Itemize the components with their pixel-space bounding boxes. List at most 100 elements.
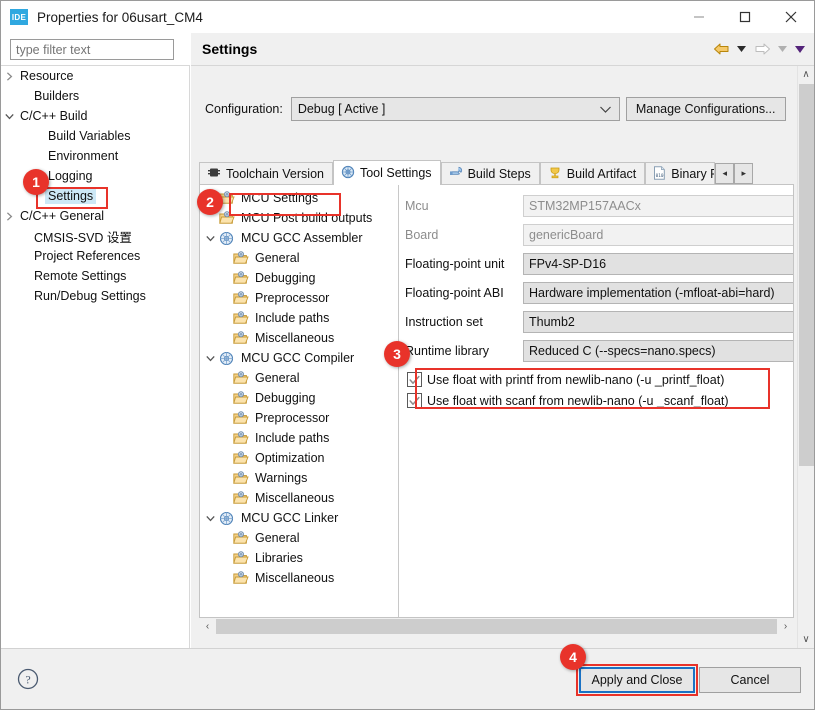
configuration-select[interactable]: Debug [ Active ] bbox=[290, 97, 620, 121]
sidebar-item-run-debug-settings[interactable]: Run/Debug Settings bbox=[1, 286, 189, 306]
field-label: Floating-point unit bbox=[405, 256, 505, 271]
cancel-button[interactable]: Cancel bbox=[699, 667, 801, 693]
tab-binary-parsers[interactable]: 010 Binary Parse bbox=[645, 162, 716, 185]
tool-tabs: Toolchain Version Tool Settings Build St… bbox=[199, 160, 794, 185]
mcu-tree-item[interactable]: Libraries bbox=[200, 548, 398, 568]
mcu-tree-item[interactable]: Preprocessor bbox=[200, 408, 398, 428]
mcu-tree-item[interactable]: Miscellaneous bbox=[200, 488, 398, 508]
mcu-tree-item[interactable]: Miscellaneous bbox=[200, 568, 398, 588]
chevron-down-icon[interactable] bbox=[202, 515, 218, 522]
back-arrow-icon[interactable] bbox=[710, 38, 732, 60]
manage-configurations-button[interactable]: Manage Configurations... bbox=[625, 97, 786, 121]
sidebar-item-label: Run/Debug Settings bbox=[34, 289, 146, 303]
scroll-down-arrow-icon[interactable]: ∨ bbox=[798, 631, 814, 648]
tab-build-steps[interactable]: Build Steps bbox=[440, 162, 540, 185]
scroll-right-arrow-icon[interactable]: › bbox=[777, 618, 794, 635]
scroll-left-arrow-icon[interactable]: ‹ bbox=[199, 618, 216, 635]
mcu-tree-item-label: Warnings bbox=[255, 471, 308, 485]
vertical-scrollbar[interactable]: ∧ ∨ bbox=[797, 66, 814, 648]
mcu-tree-item[interactable]: General bbox=[200, 368, 398, 388]
mcu-tree-item[interactable]: General bbox=[200, 248, 398, 268]
field-value-floating-point-abi[interactable]: Hardware implementation (-mfloat-abi=har… bbox=[523, 281, 793, 304]
sidebar-item-label: C/C++ Build bbox=[20, 109, 88, 123]
chevron-right-icon[interactable] bbox=[1, 211, 17, 221]
mcu-tree-item[interactable]: Debugging bbox=[200, 268, 398, 288]
field-label: Runtime library bbox=[405, 343, 490, 358]
field-value-runtime-library[interactable]: Reduced C (--specs=nano.specs) bbox=[523, 339, 793, 362]
folder-settings-icon bbox=[218, 211, 235, 226]
sidebar-item-c-c-general[interactable]: C/C++ General bbox=[1, 206, 189, 226]
mcu-tree-item[interactable]: Optimization bbox=[200, 448, 398, 468]
mcu-tree-item-label: Miscellaneous bbox=[255, 571, 335, 585]
mcu-tree-item[interactable]: Preprocessor bbox=[200, 288, 398, 308]
view-menu-caret-icon[interactable] bbox=[792, 38, 807, 60]
mcu-category-tree[interactable]: MCU Settings MCU Post build outputs MCU GC… bbox=[200, 185, 399, 617]
horizontal-scrollbar[interactable]: ‹ › bbox=[199, 618, 794, 635]
mcu-tree-item-label: MCU GCC Assembler bbox=[241, 231, 363, 245]
mcu-tree-item[interactable]: MCU Settings bbox=[200, 188, 398, 208]
tab-label: Build Steps bbox=[467, 167, 531, 181]
field-value-instruction-set[interactable]: Thumb2 bbox=[523, 310, 793, 333]
mcu-tree-item[interactable]: General bbox=[200, 528, 398, 548]
field-label: Board bbox=[405, 227, 439, 242]
sidebar-item-resource[interactable]: Resource bbox=[1, 66, 189, 86]
chevron-down-icon[interactable] bbox=[1, 113, 17, 120]
close-button[interactable] bbox=[768, 1, 814, 32]
sidebar-item-cmsis-svd[interactable]: CMSIS-SVD 设置 bbox=[1, 226, 189, 246]
help-icon[interactable]: ? bbox=[16, 667, 40, 691]
chevron-down-icon[interactable] bbox=[202, 235, 218, 242]
hscroll-thumb[interactable] bbox=[216, 619, 777, 634]
mcu-tree-item[interactable]: Include paths bbox=[200, 428, 398, 448]
back-history-caret-icon[interactable] bbox=[734, 38, 749, 60]
minimize-button[interactable] bbox=[676, 1, 722, 32]
maximize-button[interactable] bbox=[722, 1, 768, 32]
configuration-row: Configuration: Debug [ Active ] Manage C… bbox=[205, 97, 786, 121]
scroll-up-arrow-icon[interactable]: ∧ bbox=[798, 66, 814, 83]
tab-tool-settings[interactable]: Tool Settings bbox=[332, 160, 441, 185]
annotation-badge-3: 3 bbox=[384, 341, 410, 367]
checkbox-icon[interactable] bbox=[407, 393, 422, 408]
sidebar-item-label: Build Variables bbox=[48, 129, 131, 143]
chevron-down-icon[interactable] bbox=[202, 355, 218, 362]
chevron-right-icon[interactable] bbox=[1, 71, 17, 81]
mcu-tree-item[interactable]: MCU GCC Compiler bbox=[200, 348, 398, 368]
sidebar-item-remote-settings[interactable]: Remote Settings bbox=[1, 266, 189, 286]
settings-tree[interactable]: Resource Builders C/C++ Build Build Variabl… bbox=[1, 65, 190, 648]
field-row: Floating-point unit FPv4-SP-D16 bbox=[399, 249, 793, 278]
tab-label: Binary Parse bbox=[671, 167, 714, 181]
field-value-text: Reduced C (--specs=nano.specs) bbox=[529, 343, 716, 358]
tab-scroll-left-button[interactable]: ◂ bbox=[715, 163, 735, 184]
field-row: Instruction set Thumb2 bbox=[399, 307, 793, 336]
settings-header: Settings bbox=[191, 33, 814, 66]
hscroll-track[interactable] bbox=[216, 619, 777, 634]
mcu-tree-item-label: Preprocessor bbox=[255, 411, 330, 425]
sidebar-item-project-references[interactable]: Project References bbox=[1, 246, 189, 266]
mcu-tree-item[interactable]: Include paths bbox=[200, 308, 398, 328]
gear-icon bbox=[218, 231, 235, 246]
mcu-tree-item[interactable]: Warnings bbox=[200, 468, 398, 488]
tab-build-artifact[interactable]: Build Artifact bbox=[539, 162, 646, 185]
field-value-floating-point-unit[interactable]: FPv4-SP-D16 bbox=[523, 252, 793, 275]
mcu-tree-item-label: Preprocessor bbox=[255, 291, 330, 305]
mcu-tree-item[interactable]: MCU Post build outputs bbox=[200, 208, 398, 228]
tab-scroll-right-button[interactable]: ▸ bbox=[734, 163, 754, 184]
mcu-tree-item[interactable]: Miscellaneous bbox=[200, 328, 398, 348]
checkbox-icon[interactable] bbox=[407, 372, 422, 387]
sidebar-item-c-c-build[interactable]: C/C++ Build bbox=[1, 106, 189, 126]
apply-and-close-button[interactable]: Apply and Close bbox=[579, 667, 695, 693]
checkbox-row[interactable]: Use float with scanf from newlib-nano (-… bbox=[399, 390, 793, 411]
checkbox-row[interactable]: Use float with printf from newlib-nano (… bbox=[399, 369, 793, 390]
sidebar-item-builders[interactable]: Builders bbox=[1, 86, 189, 106]
sidebar-item-build-variables[interactable]: Build Variables bbox=[1, 126, 189, 146]
mcu-tree-item-label: Include paths bbox=[255, 431, 330, 445]
search-input[interactable] bbox=[10, 39, 174, 60]
forward-history-caret-icon bbox=[775, 38, 790, 60]
mcu-tree-item[interactable]: MCU GCC Linker bbox=[200, 508, 398, 528]
mcu-tree-item[interactable]: Debugging bbox=[200, 388, 398, 408]
sidebar-item-environment[interactable]: Environment bbox=[1, 146, 189, 166]
folder-settings-icon bbox=[232, 331, 249, 346]
folder-settings-icon bbox=[232, 471, 249, 486]
tab-toolchain-version[interactable]: Toolchain Version bbox=[199, 162, 333, 185]
vscroll-thumb[interactable] bbox=[799, 84, 814, 466]
mcu-tree-item[interactable]: MCU GCC Assembler bbox=[200, 228, 398, 248]
